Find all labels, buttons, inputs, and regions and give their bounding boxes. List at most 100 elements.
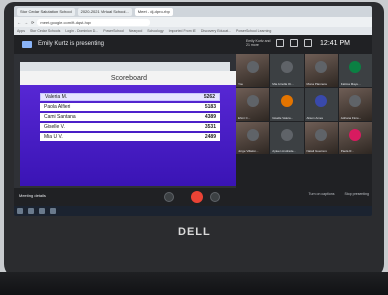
participant-name: Giselle Valera...: [272, 115, 294, 120]
participant-tile[interactable]: Ayleen Andrade...: [270, 121, 304, 155]
people-icon[interactable]: [290, 39, 298, 47]
camera-icon[interactable]: [210, 192, 220, 202]
address-input[interactable]: meet.google.com/ft-dqst-hqv: [37, 18, 151, 26]
participant-avatar: [246, 61, 259, 74]
meet-top-bar: Emily Kurtz is presenting Emily Kurtz an…: [14, 35, 372, 54]
participant-tile[interactable]: Natali Guerrero: [304, 121, 338, 155]
participant-avatar: [349, 128, 362, 141]
scoreboard-panel: Scoreboard Valeria M. 5262 Paola Alfieri…: [20, 71, 238, 186]
bookmark-item[interactable]: PowerSchool: [103, 29, 124, 33]
player-name: Paola Alfieri: [44, 104, 71, 110]
bookmark-item[interactable]: Apps: [17, 29, 25, 33]
scoreboard-row: Cami Santana 4389: [40, 113, 220, 121]
participant-avatar: [315, 94, 328, 107]
participant-name: Jorge Villalon...: [238, 149, 259, 154]
participant-avatar: [246, 128, 259, 141]
participant-name: Paola R...: [340, 149, 354, 154]
participant-tile[interactable]: Paola R...: [338, 121, 372, 155]
participant-tile[interactable]: Alison Ames: [304, 87, 338, 121]
player-score: 4389: [204, 114, 216, 120]
participant-tile[interactable]: Mia Arnolla Ot...: [270, 54, 304, 87]
microphone-icon[interactable]: [164, 192, 174, 202]
browser-tab[interactable]: 2020-2021 Virtual School...: [77, 7, 132, 16]
start-icon[interactable]: [17, 208, 23, 214]
meet-clock: 12:41 PM: [320, 40, 350, 47]
file-explorer-icon[interactable]: [39, 208, 45, 214]
participant-avatar: [315, 61, 328, 74]
participant-name: Mona Plannera: [306, 81, 327, 86]
reload-icon[interactable]: ⟳: [31, 20, 34, 25]
participant-name: Adriana Flore...: [340, 115, 362, 120]
participant-summary[interactable]: Emily Kurtz and 21 more: [246, 39, 272, 47]
keyboard-edge: [0, 272, 388, 295]
dell-logo: DELL: [178, 226, 211, 238]
bookmark-item[interactable]: Schoology: [147, 29, 163, 33]
participant-name: Ehmi C...: [238, 115, 251, 120]
player-name: Giselle V.: [44, 124, 65, 130]
bottom-right-actions: Turn on captions Stop presenting: [309, 192, 369, 196]
participant-name: Mia Arnolla Ot...: [272, 81, 294, 86]
meet-bottom-bar: Meeting details Turn on captions Stop pr…: [14, 188, 372, 206]
stop-presenting-button[interactable]: Stop presenting: [344, 192, 369, 196]
participant-name: Alison Ames: [306, 115, 324, 120]
windows-taskbar: [14, 206, 372, 216]
participant-tile[interactable]: Adriana Flore...: [338, 87, 372, 121]
participant-name: You: [238, 81, 244, 86]
bookmark-item[interactable]: Stor Cedar Schools: [30, 29, 60, 33]
layout-icon[interactable]: [276, 39, 284, 47]
participant-avatar: [280, 61, 293, 74]
scoreboard-row: Giselle V. 3531: [40, 123, 220, 131]
participant-avatar: [315, 128, 328, 141]
scoreboard-row: Valeria M. 5262: [40, 93, 220, 101]
bookmark-item[interactable]: Imported From IE: [169, 29, 196, 33]
participant-avatar: [349, 94, 362, 107]
photo-of-laptop: Stor Cedar Salutation School 2020-2021 V…: [0, 0, 388, 295]
participant-avatar: [280, 94, 293, 107]
scoreboard-row: Mia U V. 2489: [40, 133, 220, 141]
search-icon[interactable]: [28, 208, 34, 214]
presentation-area: Scoreboard Valeria M. 5262 Paola Alfieri…: [14, 54, 238, 188]
meeting-details-button[interactable]: Meeting details: [19, 193, 46, 198]
participant-tile[interactable]: Ehmi C...: [236, 87, 270, 121]
bookmark-item[interactable]: Discovery Educat...: [201, 29, 231, 33]
chat-icon[interactable]: [304, 39, 312, 47]
shared-browser-bar: [20, 62, 230, 71]
back-arrow-icon[interactable]: ←: [17, 20, 21, 25]
meet-top-icons: [276, 39, 312, 47]
present-screen-icon: [22, 41, 32, 48]
chrome-icon[interactable]: [50, 208, 56, 214]
player-score: 5183: [204, 104, 216, 110]
browser-tab[interactable]: Stor Cedar Salutation School: [17, 7, 75, 16]
scoreboard-row: Paola Alfieri 5183: [40, 103, 220, 111]
participant-avatar: [280, 128, 293, 141]
bookmark-item[interactable]: Nearpod: [129, 29, 142, 33]
player-name: Valeria M.: [45, 94, 68, 100]
player-name: Mia U V.: [44, 134, 63, 140]
player-name: Cami Santana: [44, 114, 76, 120]
participant-tile[interactable]: You: [236, 54, 270, 87]
presenting-label: Emily Kurtz is presenting: [38, 41, 105, 47]
browser-tab-active[interactable]: Meet - dj-dpro-rbp: [134, 7, 173, 16]
participant-grid: You Mia Arnolla Ot... Mona Plannera Fatima …: [236, 54, 372, 188]
bookmark-item[interactable]: PowerSchool Learning: [236, 29, 271, 33]
bookmark-item[interactable]: Login - Dominion D...: [65, 29, 98, 33]
end-call-button[interactable]: [191, 191, 203, 203]
participant-name: Natali Guerrero: [306, 149, 328, 154]
scoreboard-title: Scoreboard: [20, 71, 238, 85]
participant-tile[interactable]: Giselle Valera...: [270, 87, 304, 121]
browser-tab-strip: Stor Cedar Salutation School 2020-2021 V…: [14, 6, 372, 17]
captions-button[interactable]: Turn on captions: [309, 192, 335, 196]
participant-name: Fatima Maye...: [340, 81, 361, 86]
participant-name: Ayleen Andrade...: [272, 149, 296, 154]
forward-arrow-icon[interactable]: →: [24, 20, 28, 25]
participant-avatar: [349, 61, 362, 74]
player-score: 3531: [204, 124, 216, 130]
participant-tile[interactable]: Jorge Villalon...: [236, 121, 270, 155]
laptop-screen: Stor Cedar Salutation School 2020-2021 V…: [14, 6, 372, 216]
participant-tile[interactable]: Mona Plannera: [304, 54, 338, 87]
bookmarks-bar: Apps Stor Cedar Schools Login - Dominion…: [14, 27, 372, 35]
participant-avatar: [246, 94, 259, 107]
player-score: 2489: [204, 134, 216, 140]
player-score: 5262: [203, 94, 215, 100]
participant-tile[interactable]: Fatima Maye...: [338, 54, 372, 87]
